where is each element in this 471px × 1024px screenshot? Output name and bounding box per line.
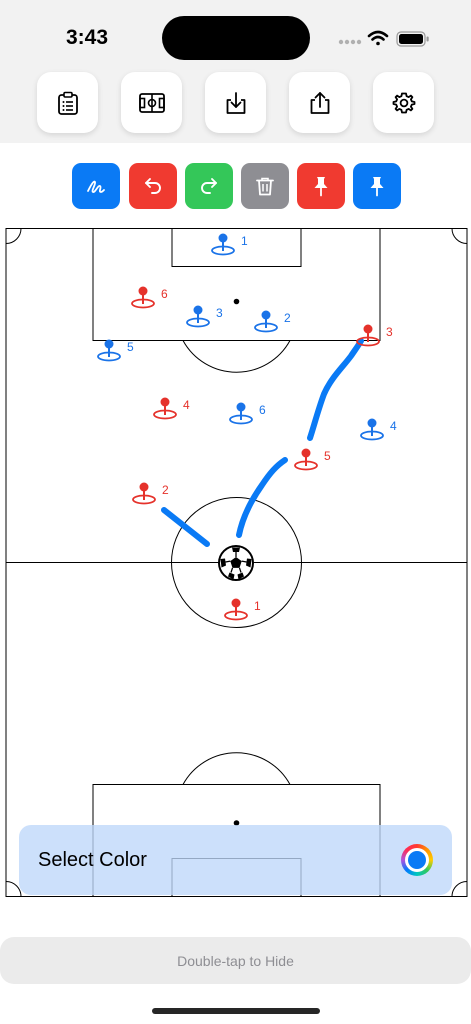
selected-color-swatch [408,851,426,869]
home-indicator [152,1008,320,1014]
soccer-ball-icon[interactable] [218,545,254,581]
red-player-number: 6 [161,287,168,301]
color-well[interactable] [401,844,433,876]
blue-player-marker[interactable]: 6 [229,402,266,425]
red-player-number: 2 [162,483,169,497]
select-color-panel[interactable]: Select Color [19,825,452,895]
red-player-marker[interactable]: 6 [131,286,168,309]
blue-player-marker[interactable]: 2 [254,310,291,333]
blue-player-number: 3 [216,306,223,320]
penalty-spot-top [233,298,240,305]
red-player-number: 5 [324,449,331,463]
blue-player-marker[interactable]: 1 [211,233,248,256]
drawn-line [307,338,364,441]
blue-player-number: 2 [284,311,291,325]
red-player-marker[interactable]: 5 [294,448,331,471]
red-player-number: 1 [254,599,261,613]
red-player-number: 3 [386,325,393,339]
red-player-marker[interactable]: 2 [132,482,169,505]
blue-player-number: 1 [241,234,248,248]
select-color-label: Select Color [38,849,147,871]
blue-player-marker[interactable]: 5 [97,339,134,362]
red-player-marker[interactable]: 1 [224,598,261,621]
color-well-ring [405,848,429,872]
blue-player-marker[interactable]: 4 [360,418,397,441]
hide-bar-label: Double-tap to Hide [177,952,294,969]
blue-player-number: 4 [390,419,397,433]
red-player-number: 4 [183,398,190,412]
blue-player-number: 6 [259,403,266,417]
drawn-line [161,507,210,547]
red-player-marker[interactable]: 4 [153,397,190,420]
blue-player-number: 5 [127,340,134,354]
drawn-line [236,457,288,538]
blue-player-marker[interactable]: 3 [186,305,223,328]
hide-bar[interactable]: Double-tap to Hide [0,937,471,984]
